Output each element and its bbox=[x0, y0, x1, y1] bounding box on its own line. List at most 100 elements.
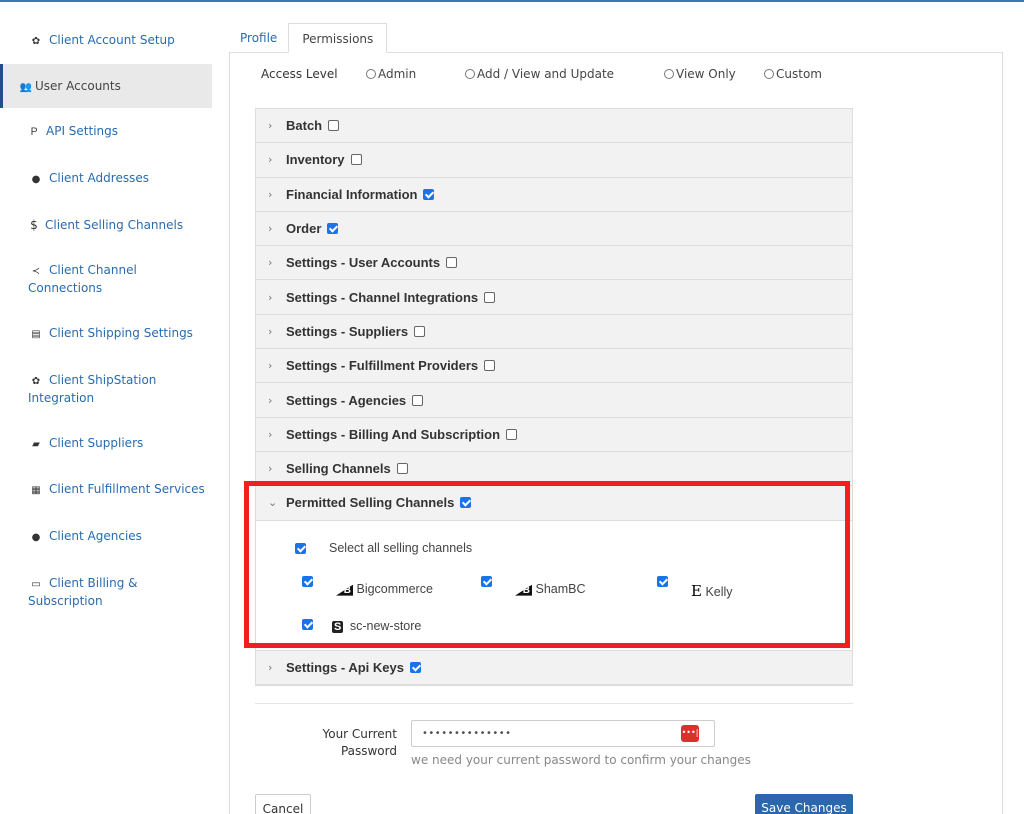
permission-checkbox[interactable] bbox=[414, 325, 426, 337]
save-changes-button[interactable]: Save Changes bbox=[755, 794, 853, 814]
channel-checkbox[interactable] bbox=[302, 618, 313, 630]
select-all-checkbox[interactable] bbox=[295, 542, 306, 554]
sidebar-item-client-selling-channels[interactable]: $ Client Selling Channels bbox=[0, 217, 212, 233]
sidebar-item-client-account-setup[interactable]: ✿ Client Account Setup bbox=[0, 32, 212, 50]
credit-card-icon: ▭ bbox=[31, 579, 41, 590]
permission-checkbox[interactable] bbox=[328, 120, 340, 132]
radio-view-only[interactable]: View Only bbox=[664, 67, 736, 81]
channel-label-wrap: B Bigcommerce bbox=[336, 582, 433, 596]
radio-circle bbox=[764, 69, 774, 79]
permission-row-settings-api-keys[interactable]: › Settings - Api Keys bbox=[256, 650, 852, 685]
sidebar-item-client-shipping-settings[interactable]: ▤ Client Shipping Settings bbox=[0, 325, 212, 343]
sidebar-item-client-shipstation-integration[interactable]: ✿ Client ShipStation Integration bbox=[0, 372, 212, 406]
chevron-down-icon[interactable]: ⌄ bbox=[268, 496, 286, 509]
channel-name: Kelly bbox=[705, 584, 733, 599]
permitted-channels-panel: Select all selling channels B Bigcommerce… bbox=[256, 520, 852, 651]
building-icon: ▦ bbox=[31, 485, 41, 496]
chevron-right-icon[interactable]: › bbox=[268, 119, 286, 132]
permission-row-settings-user-accounts[interactable]: › Settings - User Accounts bbox=[256, 246, 852, 281]
permission-checkbox[interactable] bbox=[423, 188, 435, 200]
sidebar-item-label: Client Fulfillment Services bbox=[49, 482, 205, 496]
channel-checkbox[interactable] bbox=[481, 575, 492, 587]
sidebar-item-client-agencies[interactable]: ● Client Agencies bbox=[0, 528, 212, 546]
sidebar-item-label: Client Shipping Settings bbox=[49, 326, 193, 340]
channel-checkbox[interactable] bbox=[657, 575, 668, 587]
sidebar-item-label: Client Suppliers bbox=[49, 436, 144, 450]
sidebar-item-label: Client Addresses bbox=[49, 171, 149, 185]
permission-row-selling-channels[interactable]: › Selling Channels bbox=[256, 451, 852, 487]
radio-add-view-update[interactable]: Add / View and Update bbox=[465, 67, 614, 81]
chevron-right-icon[interactable]: › bbox=[268, 256, 286, 269]
chevron-right-icon[interactable]: › bbox=[268, 359, 286, 372]
channel-name: sc-new-store bbox=[349, 618, 422, 633]
sidebar-item-label: Client Agencies bbox=[49, 529, 142, 543]
cancel-button[interactable]: Cancel bbox=[255, 794, 311, 814]
radio-admin[interactable]: Admin bbox=[366, 67, 416, 81]
radio-label: View Only bbox=[676, 67, 736, 81]
password-help-text: we need your current password to confirm… bbox=[411, 753, 751, 767]
permission-title: Inventory bbox=[286, 152, 345, 168]
sidebar-item-client-fulfillment-services[interactable]: ▦ Client Fulfillment Services bbox=[0, 481, 212, 499]
channel-label-wrap: E Kelly bbox=[691, 582, 733, 600]
top-accent-bar bbox=[0, 0, 1024, 2]
chevron-right-icon[interactable]: › bbox=[268, 188, 286, 201]
current-password-input[interactable]: •••••••••••••• bbox=[411, 720, 715, 747]
channel-label-wrap: B ShamBC bbox=[515, 582, 586, 596]
permission-checkbox[interactable] bbox=[460, 497, 472, 509]
channel-name: ShamBC bbox=[535, 581, 586, 596]
chevron-right-icon[interactable]: › bbox=[268, 428, 286, 441]
permission-title: Settings - Suppliers bbox=[286, 323, 409, 339]
chevron-right-icon[interactable]: › bbox=[268, 394, 286, 407]
permission-checkbox[interactable] bbox=[484, 291, 496, 303]
channel-checkbox[interactable] bbox=[302, 575, 313, 587]
permission-checkbox[interactable] bbox=[484, 360, 496, 372]
map-marker-icon: ● bbox=[31, 532, 41, 543]
permissions-accordion: › Batch › Inventory › Financial Information › O… bbox=[255, 108, 853, 686]
bigcommerce-icon: B bbox=[515, 584, 532, 596]
sidebar-item-client-addresses[interactable]: ● Client Addresses bbox=[0, 170, 212, 188]
permission-row-permitted-selling-channels[interactable]: ⌄ Permitted Selling Channels bbox=[256, 486, 852, 521]
channel-name: Bigcommerce bbox=[356, 581, 433, 596]
permission-row-settings-agencies[interactable]: › Settings - Agencies bbox=[256, 383, 852, 418]
permission-row-financial-information[interactable]: › Financial Information bbox=[256, 177, 852, 212]
chevron-right-icon[interactable]: › bbox=[268, 153, 286, 166]
permission-title: Financial Information bbox=[286, 186, 418, 202]
permission-row-settings-channel-integrations[interactable]: › Settings - Channel Integrations bbox=[256, 280, 852, 315]
sidebar-item-label: Client Billing & Subscription bbox=[28, 576, 138, 608]
permission-checkbox[interactable] bbox=[412, 394, 424, 406]
sidebar-item-client-billing-subscription[interactable]: ▭ Client Billing & Subscription bbox=[0, 575, 212, 609]
tab-permissions[interactable]: Permissions bbox=[288, 23, 388, 53]
chevron-right-icon[interactable]: › bbox=[268, 291, 286, 304]
permission-checkbox[interactable] bbox=[409, 661, 421, 673]
chevron-right-icon[interactable]: › bbox=[268, 661, 286, 674]
sidebar-item-client-suppliers[interactable]: ▰ Client Suppliers bbox=[0, 435, 212, 453]
chevron-right-icon[interactable]: › bbox=[268, 462, 286, 475]
permission-title: Batch bbox=[286, 118, 323, 134]
permission-checkbox[interactable] bbox=[396, 463, 408, 475]
permission-checkbox[interactable] bbox=[350, 154, 362, 166]
permission-checkbox[interactable] bbox=[446, 257, 458, 269]
permission-row-inventory[interactable]: › Inventory bbox=[256, 143, 852, 178]
permission-checkbox[interactable] bbox=[327, 223, 339, 235]
permission-title: Settings - Api Keys bbox=[286, 659, 404, 675]
sidebar-item-user-accounts[interactable]: 👥 User Accounts bbox=[0, 64, 212, 108]
sidebar-item-client-channel-connections[interactable]: ≺ Client Channel Connections bbox=[0, 262, 212, 296]
permission-title: Settings - Fulfillment Providers bbox=[286, 358, 479, 374]
password-manager-icon[interactable]: •••| bbox=[681, 725, 699, 742]
radio-label: Add / View and Update bbox=[477, 67, 615, 81]
permission-row-order[interactable]: › Order bbox=[256, 211, 852, 247]
permission-row-batch[interactable]: › Batch bbox=[256, 109, 852, 144]
permission-checkbox[interactable] bbox=[506, 428, 518, 440]
tab-profile[interactable]: Profile bbox=[229, 23, 288, 53]
sidebar-item-label: Client Selling Channels bbox=[45, 218, 184, 232]
radio-label: Custom bbox=[776, 67, 822, 81]
users-icon: 👥 bbox=[19, 82, 33, 93]
chevron-right-icon[interactable]: › bbox=[268, 325, 286, 338]
gear-icon: ✿ bbox=[31, 376, 41, 387]
radio-custom[interactable]: Custom bbox=[764, 67, 822, 81]
chevron-right-icon[interactable]: › bbox=[268, 222, 286, 235]
permission-row-settings-suppliers[interactable]: › Settings - Suppliers bbox=[256, 314, 852, 350]
sidebar-item-api-settings[interactable]: Ｐ API Settings bbox=[0, 123, 212, 141]
permission-row-settings-billing-and-subscription[interactable]: › Settings - Billing And Subscription bbox=[256, 417, 852, 452]
permission-row-settings-fulfillment-providers[interactable]: › Settings - Fulfillment Providers bbox=[256, 349, 852, 384]
